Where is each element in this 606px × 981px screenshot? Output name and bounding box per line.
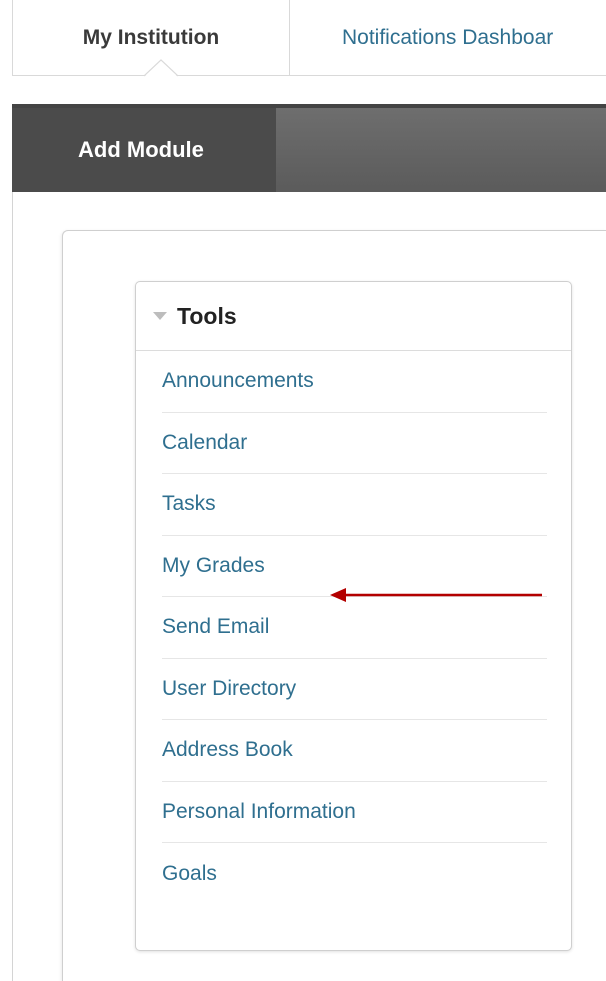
tool-link-announcements[interactable]: Announcements: [162, 351, 547, 413]
tools-module-header[interactable]: Tools: [136, 282, 571, 351]
add-module-button[interactable]: Add Module: [12, 108, 276, 192]
tab-bar: My Institution Notifications Dashboar: [12, 0, 606, 77]
tool-link-user-directory[interactable]: User Directory: [162, 659, 547, 720]
tool-link-address-book[interactable]: Address Book: [162, 720, 547, 782]
tools-list: Announcements Calendar Tasks My Grades S…: [136, 351, 571, 905]
collapse-triangle-icon[interactable]: [151, 310, 169, 322]
module-toolbar: Add Module: [12, 104, 606, 192]
tool-link-tasks[interactable]: Tasks: [162, 474, 547, 536]
annotation-arrow-icon: [330, 588, 542, 602]
tool-link-calendar[interactable]: Calendar: [162, 413, 547, 474]
tools-module-title: Tools: [177, 302, 237, 329]
tool-link-goals[interactable]: Goals: [162, 843, 547, 905]
tools-module: Tools Announcements Calendar Tasks My Gr…: [135, 281, 572, 951]
active-tab-caret-icon: [144, 59, 178, 77]
page: My Institution Notifications Dashboar Ad…: [0, 0, 606, 981]
tool-link-send-email[interactable]: Send Email: [162, 597, 547, 659]
tab-notifications-dashboard[interactable]: Notifications Dashboar: [290, 0, 606, 75]
tool-link-personal-information[interactable]: Personal Information: [162, 782, 547, 843]
